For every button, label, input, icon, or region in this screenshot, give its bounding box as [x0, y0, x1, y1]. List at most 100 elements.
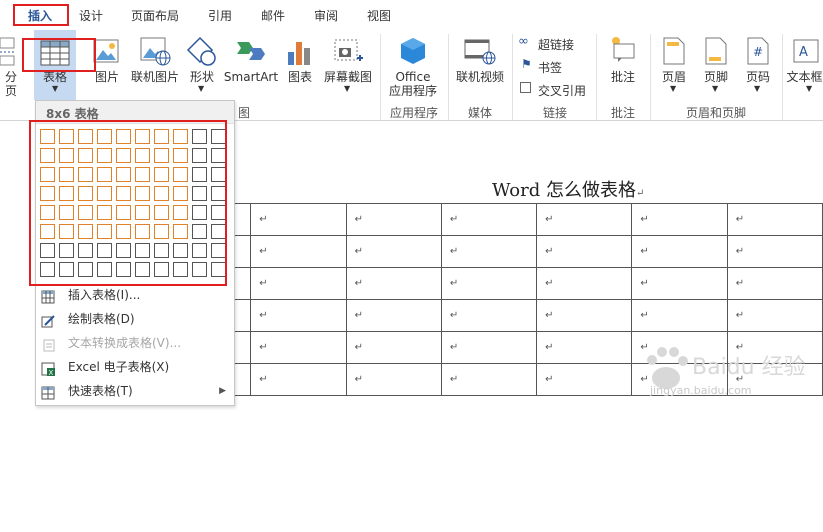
cross-reference-button[interactable]: 交叉引用	[518, 80, 590, 98]
page-break-button[interactable]: 分页	[0, 30, 22, 100]
table-cell[interactable]: ↵	[250, 203, 347, 236]
cross-reference-label: 交叉引用	[538, 84, 587, 98]
table-cell[interactable]: ↵	[345, 267, 442, 300]
cell-paragraph-mark: ↵	[259, 310, 268, 321]
group-label-comments: 批注	[610, 106, 635, 120]
tab-design[interactable]: 设计	[72, 6, 110, 26]
table-cell[interactable]: ↵	[536, 235, 633, 268]
online-video-button[interactable]: 联机视频	[450, 30, 510, 100]
group-label-media: 媒体	[467, 106, 492, 120]
document-title: Word 怎么做表格↵	[492, 180, 645, 201]
table-cell[interactable]: ↵	[726, 299, 823, 332]
textbox-button[interactable]: A 文本框 ▼	[786, 30, 823, 100]
table-cell[interactable]: ↵	[250, 331, 347, 364]
hyperlink-label: 超链接	[538, 38, 575, 52]
table-cell[interactable]: ↵	[631, 299, 728, 332]
insert-tab-highlight	[13, 4, 69, 26]
menu-quick-tables[interactable]: 快速表格(T) ▶	[36, 379, 234, 403]
cell-paragraph-mark: ↵	[545, 214, 554, 225]
table-cell[interactable]: ↵	[250, 267, 347, 300]
table-cell[interactable]: ↵	[345, 203, 442, 236]
tab-view[interactable]: 视图	[360, 6, 398, 26]
cell-paragraph-mark: ↵	[640, 246, 649, 257]
footer-button[interactable]: 页脚 ▼	[696, 30, 736, 100]
table-cell[interactable]: ↵	[440, 203, 538, 236]
screenshot-chevron-down-icon: ▼	[344, 84, 351, 93]
office-apps-button[interactable]: Office 应用程序	[382, 30, 444, 102]
table-cell[interactable]: ↵	[440, 363, 538, 396]
group-separator	[380, 34, 381, 120]
table-cell[interactable]: ↵	[726, 203, 823, 236]
table-cell[interactable]: ↵	[536, 331, 633, 364]
table-cell[interactable]: ↵	[631, 267, 728, 300]
cell-paragraph-mark: ↵	[354, 214, 363, 225]
header-button[interactable]: 页眉 ▼	[654, 30, 694, 100]
menu-excel-spreadsheet-label: Excel 电子表格(X)	[68, 360, 170, 374]
tab-mailings[interactable]: 邮件	[254, 6, 292, 26]
chart-button[interactable]: 图表	[282, 30, 318, 100]
table-cell[interactable]: ↵	[440, 267, 538, 300]
svg-text:X: X	[49, 369, 54, 376]
table-cell[interactable]: ↵	[726, 235, 823, 268]
online-picture-button[interactable]: 联机图片	[128, 30, 182, 100]
chart-icon	[288, 42, 310, 65]
table-row: ↵↵↵↵↵↵↵	[154, 267, 823, 300]
menu-insert-table[interactable]: 插入表格(I)...	[36, 283, 234, 307]
table-cell[interactable]: ↵	[440, 299, 538, 332]
table-cell[interactable]: ↵	[250, 235, 347, 268]
svg-text:#: #	[753, 45, 763, 59]
hyperlink-button[interactable]: ∞ 超链接	[518, 34, 580, 52]
cell-paragraph-mark: ↵	[449, 246, 459, 257]
shapes-button[interactable]: 形状 ▼	[184, 30, 220, 100]
page-number-icon: #	[747, 37, 769, 65]
menu-draw-table[interactable]: 绘制表格(D)	[36, 307, 234, 331]
table-cell[interactable]: ↵	[631, 235, 728, 268]
online-picture-icon	[140, 37, 171, 66]
tab-page-layout[interactable]: 页面布局	[124, 6, 186, 26]
submenu-arrow-icon: ▶	[219, 386, 226, 396]
cell-paragraph-mark: ↵	[735, 214, 745, 225]
tab-review[interactable]: 审阅	[306, 6, 346, 26]
bookmark-button[interactable]: ⚑ 书签	[518, 57, 580, 75]
table-cell[interactable]: ↵	[631, 203, 728, 236]
group-label-illustrations: 图	[238, 106, 251, 120]
table-cell[interactable]: ↵	[726, 267, 823, 300]
table-cell[interactable]: ↵	[536, 267, 633, 300]
comment-icon	[612, 37, 635, 62]
cell-paragraph-mark: ↵	[545, 342, 554, 353]
table-cell[interactable]: ↵	[250, 363, 347, 396]
cell-paragraph-mark: ↵	[640, 214, 649, 225]
smartart-button[interactable]: SmartArt	[222, 30, 280, 100]
table-cell[interactable]: ↵	[440, 331, 538, 364]
table-cell[interactable]: ↵	[345, 235, 442, 268]
table-cell[interactable]: ↵	[250, 299, 347, 332]
comment-button[interactable]: 批注	[600, 30, 646, 100]
table-cell[interactable]: ↵	[440, 235, 538, 268]
grid-selection-highlight	[29, 120, 227, 286]
cell-paragraph-mark: ↵	[449, 374, 459, 385]
table-cell[interactable]: ↵	[345, 331, 442, 364]
tab-references[interactable]: 引用	[200, 6, 240, 26]
table-cell[interactable]: ↵	[536, 363, 633, 396]
table-cell[interactable]: ↵	[345, 363, 442, 396]
bookmark-label: 书签	[538, 61, 563, 75]
screenshot-button[interactable]: 屏幕截图 ▼	[320, 30, 376, 100]
page-number-button[interactable]: # 页码 ▼	[738, 30, 778, 100]
table-row: ↵↵↵↵↵↵↵	[154, 299, 823, 332]
page-break-icon	[0, 37, 15, 66]
table-row: ↵↵↵↵↵↵↵	[154, 235, 823, 268]
menu-excel-spreadsheet[interactable]: X Excel 电子表格(X)	[36, 355, 234, 379]
shapes-icon	[186, 36, 216, 66]
table-cell[interactable]: ↵	[345, 299, 442, 332]
textbox-icon: A	[793, 39, 819, 63]
table-cell[interactable]: ↵	[536, 299, 633, 332]
page-number-label: 页码	[745, 70, 770, 84]
group-label-header-footer: 页眉和页脚	[685, 106, 746, 120]
header-label: 页眉	[661, 70, 686, 84]
cell-paragraph-mark: ↵	[735, 310, 745, 321]
table-row: ↵↵↵↵↵↵↵	[154, 203, 823, 236]
cell-paragraph-mark: ↵	[735, 246, 745, 257]
table-cell[interactable]: ↵	[536, 203, 633, 236]
cell-paragraph-mark: ↵	[259, 374, 268, 385]
group-separator	[596, 34, 597, 120]
